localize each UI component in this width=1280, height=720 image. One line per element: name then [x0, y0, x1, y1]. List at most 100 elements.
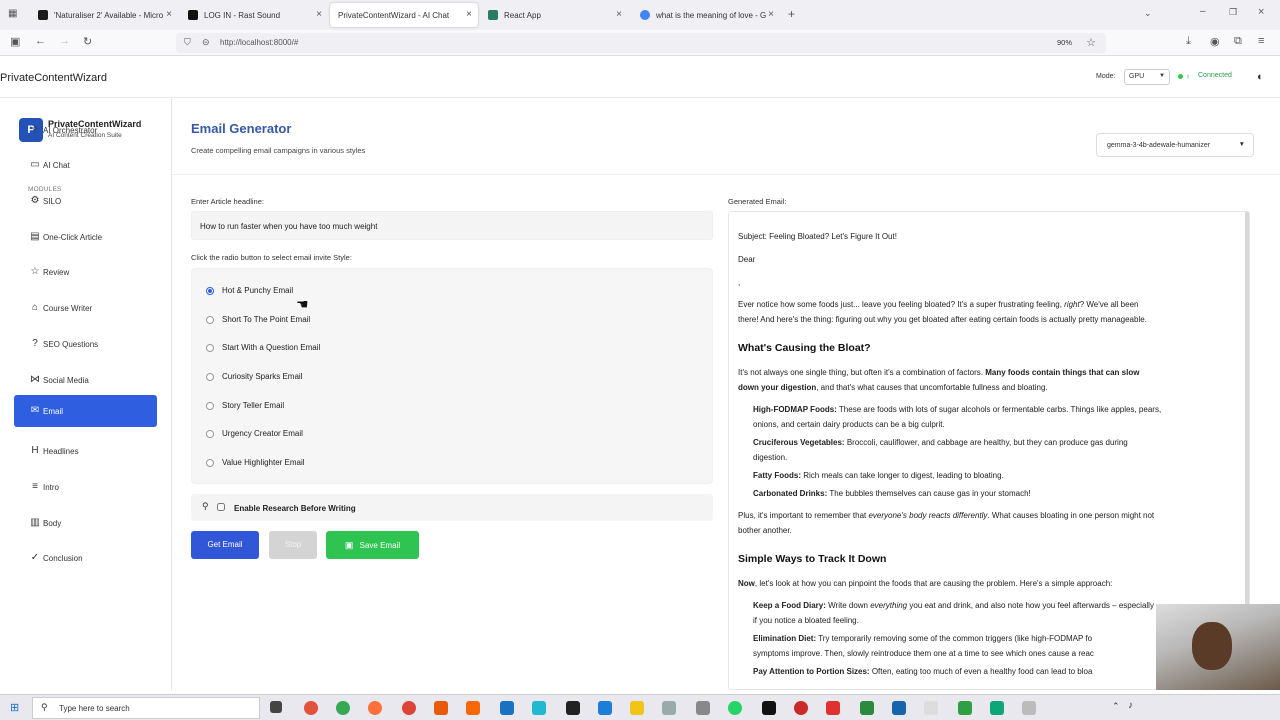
- taskbar-app-icon[interactable]: [336, 701, 350, 715]
- taskbar-search[interactable]: ⚲ Type here to search: [32, 697, 260, 719]
- theme-toggle-icon[interactable]: ◐: [1257, 71, 1264, 83]
- stop-button[interactable]: Stop: [269, 531, 317, 559]
- reload-icon[interactable]: ↻: [83, 35, 92, 48]
- browser-tab-private-content-wizard[interactable]: PrivateContentWizard - AI Chat ×: [330, 3, 478, 27]
- taskbar-app-icon[interactable]: [794, 701, 808, 715]
- url-text[interactable]: http://localhost:8000/#: [220, 38, 298, 47]
- taskbar-app-icon[interactable]: [1022, 701, 1036, 715]
- minimize-icon[interactable]: –: [1200, 6, 1206, 17]
- page-info-icon[interactable]: ⊝: [202, 37, 210, 48]
- tab-close-icon[interactable]: ×: [316, 9, 322, 20]
- tab-overview-icon[interactable]: ▦: [8, 8, 17, 19]
- file-explorer-icon[interactable]: [630, 701, 644, 715]
- research-toggle-row[interactable]: ⚲ Enable Research Before Writing: [191, 494, 713, 521]
- headline-input[interactable]: How to run faster when you have too much…: [191, 211, 713, 240]
- vscode-icon[interactable]: [532, 701, 546, 715]
- mode-value: GPU: [1129, 73, 1145, 80]
- tab-list-icon[interactable]: ⌄: [1144, 8, 1152, 19]
- task-view-icon[interactable]: [270, 701, 282, 713]
- tab-close-icon[interactable]: ×: [768, 9, 774, 20]
- model-select-value: gemma-3-4b-adewale-humanizer: [1107, 142, 1211, 149]
- restore-icon[interactable]: ❐: [1229, 7, 1237, 18]
- zoom-level[interactable]: 90%: [1057, 38, 1072, 47]
- account-icon[interactable]: ◉: [1210, 35, 1220, 48]
- taskbar-app-icon[interactable]: [958, 701, 972, 715]
- url-bar[interactable]: ⛉ ⊝ http://localhost:8000/# 90% ☆: [176, 33, 1106, 53]
- sidebar-item-course-writer[interactable]: ⌂ Course Writer: [14, 292, 157, 324]
- sidebar-item-email[interactable]: ✉ Email: [14, 395, 157, 427]
- bookmark-star-icon[interactable]: ☆: [1086, 36, 1096, 49]
- email-greeting: Dear: [738, 255, 756, 264]
- pdf-icon[interactable]: [826, 701, 840, 715]
- sidebar-toggle-icon[interactable]: ▣: [10, 35, 20, 48]
- tab-close-icon[interactable]: ×: [616, 9, 622, 20]
- sidebar: P PrivateContentWizard AI Content Creati…: [0, 98, 172, 690]
- sidebar-item-body[interactable]: ▥ Body: [14, 507, 157, 539]
- extensions-icon[interactable]: ⧉: [1234, 35, 1242, 48]
- email-bullet-fodmap-cont: onions, and certain dairy products can b…: [753, 420, 945, 429]
- browser-tab-rast-sound[interactable]: LOG IN - Rast Sound ×: [180, 3, 328, 27]
- taskbar-app-icon[interactable]: [662, 701, 676, 715]
- taskbar-app-icon[interactable]: [892, 701, 906, 715]
- header-divider: [172, 174, 1280, 175]
- sidebar-item-conclusion[interactable]: ✓ Conclusion: [14, 542, 157, 574]
- whatsapp-icon[interactable]: [728, 701, 742, 715]
- sidebar-item-intro[interactable]: ≡ Intro: [14, 471, 157, 503]
- mode-select[interactable]: GPU ▼: [1124, 69, 1170, 85]
- radio-button[interactable]: [206, 430, 214, 438]
- radio-button[interactable]: [206, 402, 214, 410]
- tray-chevron-icon[interactable]: ⌃: [1112, 701, 1120, 712]
- vscode-icon[interactable]: [598, 701, 612, 715]
- sidebar-item-review[interactable]: ☆ Review: [14, 256, 157, 288]
- email-bullet-cruciferous: Cruciferous Vegetables: Broccoli, caulif…: [753, 438, 1128, 447]
- taskbar-app-icon[interactable]: [990, 701, 1004, 715]
- browser-tab-google-search[interactable]: what is the meaning of love - G ×: [632, 3, 780, 27]
- tab-close-icon[interactable]: ×: [466, 9, 472, 20]
- check-circle-icon: ✓: [30, 552, 40, 563]
- save-email-button[interactable]: ▣ Save Email: [326, 531, 419, 559]
- taskbar-app-icon[interactable]: [500, 701, 514, 715]
- shield-icon[interactable]: ⛉: [184, 37, 191, 48]
- taskbar-app-icon[interactable]: [566, 701, 580, 715]
- taskbar-app-icon[interactable]: [434, 701, 448, 715]
- sidebar-item-label: SILO: [43, 197, 62, 206]
- research-checkbox[interactable]: [217, 503, 225, 511]
- radio-button[interactable]: [206, 344, 214, 352]
- sidebar-item-seo-questions[interactable]: ? SEO Questions: [14, 328, 157, 360]
- chrome-icon[interactable]: [402, 701, 416, 715]
- radio-button[interactable]: [206, 459, 214, 467]
- sidebar-item-silo[interactable]: ⚙ SILO: [14, 185, 157, 217]
- sidebar-item-ai-chat[interactable]: ▭ AI Chat: [14, 149, 157, 181]
- taskbar-app-icon[interactable]: [860, 701, 874, 715]
- model-select[interactable]: gemma-3-4b-adewale-humanizer ▼: [1096, 133, 1254, 157]
- sidebar-item-social-media[interactable]: ⋈ Social Media: [14, 364, 157, 396]
- taskbar-app-icon[interactable]: [304, 701, 318, 715]
- sidebar-item-ai-orchestrator[interactable]: ✧ AI Orchestrator: [14, 114, 157, 146]
- email-now-line: Now, let's look at how you can pinpoint …: [738, 579, 1113, 588]
- windows-start-icon[interactable]: ⊞: [10, 701, 19, 714]
- radio-button[interactable]: [206, 373, 214, 381]
- taskbar-app-icon[interactable]: [924, 701, 938, 715]
- forward-icon[interactable]: →: [59, 35, 70, 47]
- downloads-icon[interactable]: ⤓: [1186, 35, 1191, 48]
- new-tab-icon[interactable]: +: [788, 7, 795, 21]
- browser-tab-naturaliser[interactable]: 'Naturaliser 2' Available - Micro ×: [30, 3, 178, 27]
- taskbar-app-icon[interactable]: [696, 701, 710, 715]
- window-close-icon[interactable]: ×: [1258, 6, 1264, 18]
- radio-button[interactable]: [206, 316, 214, 324]
- tab-close-icon[interactable]: ×: [166, 9, 172, 20]
- email-bullet-diary-cont: if you notice a bloated feeling.: [753, 616, 859, 625]
- browser-tab-react-app[interactable]: React App ×: [480, 3, 628, 27]
- radio-button[interactable]: [206, 287, 214, 295]
- style-label: Click the radio button to select email i…: [191, 253, 352, 262]
- email-bullet-fodmap: High-FODMAP Foods: These are foods with …: [753, 405, 1162, 414]
- sidebar-item-headlines[interactable]: H Headlines: [14, 435, 157, 467]
- sidebar-item-one-click-article[interactable]: ▤ One-Click Article: [14, 221, 157, 253]
- menu-icon[interactable]: ≡: [1258, 35, 1264, 47]
- taskbar-app-icon[interactable]: [466, 701, 480, 715]
- microphone-icon[interactable]: ♪: [1128, 700, 1133, 711]
- firefox-icon[interactable]: [368, 701, 382, 715]
- terminal-icon[interactable]: [762, 701, 776, 715]
- back-icon[interactable]: ←: [35, 35, 46, 47]
- get-email-button[interactable]: Get Email: [191, 531, 259, 559]
